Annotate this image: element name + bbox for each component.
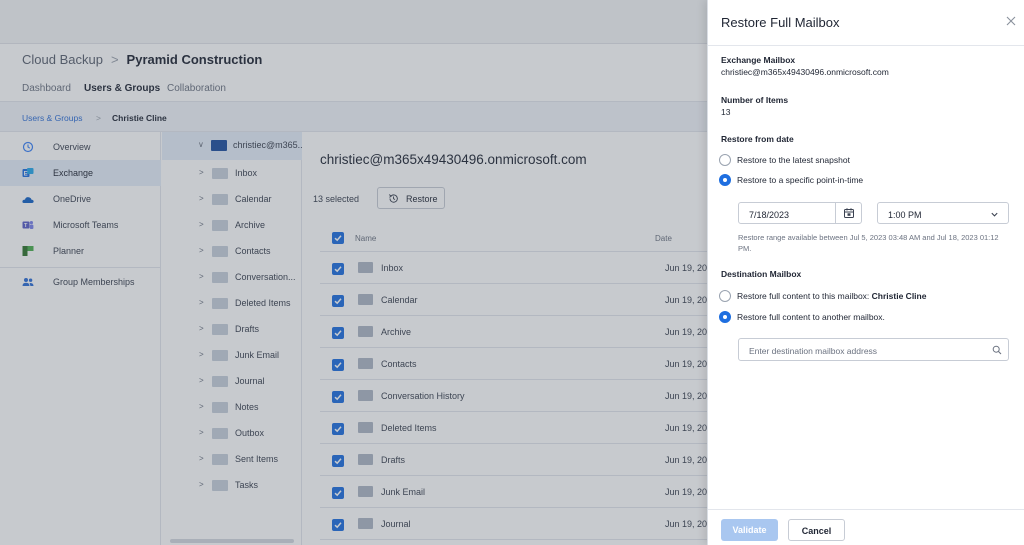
date-value: 7/18/2023	[749, 210, 790, 220]
date-input[interactable]: 7/18/2023	[738, 202, 862, 224]
destination-mailbox-input[interactable]: Enter destination mailbox address	[738, 338, 1009, 361]
panel-footer: Validate Cancel	[708, 509, 1024, 545]
restore-range-hint: Restore range available between Jul 5, 2…	[738, 233, 999, 253]
destination-mailbox-label: Destination Mailbox	[721, 269, 802, 279]
time-select[interactable]: 1:00 PM	[877, 202, 1009, 224]
modal-backdrop[interactable]	[0, 0, 707, 545]
radio-label-name: Christie Cline	[871, 291, 927, 301]
destination-placeholder: Enter destination mailbox address	[749, 346, 878, 356]
cancel-button[interactable]: Cancel	[788, 519, 845, 541]
number-of-items-label: Number of Items	[721, 95, 789, 105]
time-value: 1:00 PM	[888, 210, 922, 220]
validate-button[interactable]: Validate	[721, 519, 778, 541]
panel-header: Restore Full Mailbox	[708, 0, 1024, 46]
radio-latest-snapshot[interactable]: Restore to the latest snapshot	[719, 154, 1019, 168]
radio-label: Restore to the latest snapshot	[737, 155, 850, 165]
radio-label: Restore full content to another mailbox.	[737, 312, 885, 322]
radio-point-in-time[interactable]: Restore to a specific point-in-time	[719, 174, 1019, 188]
radio-button[interactable]	[719, 311, 731, 323]
radio-button[interactable]	[719, 174, 731, 186]
radio-this-mailbox[interactable]: Restore full content to this mailbox: Ch…	[719, 290, 1019, 304]
panel-title: Restore Full Mailbox	[721, 15, 840, 30]
calendar-icon[interactable]	[843, 207, 855, 219]
exchange-mailbox-value: christiec@m365x49430496.onmicrosoft.com	[721, 67, 889, 77]
app-root: Cloud Backup > Pyramid Construction Dashbo…	[0, 0, 1024, 545]
radio-label: Restore to a specific point-in-time	[737, 175, 864, 185]
number-of-items-value: 13	[721, 107, 731, 117]
radio-label: Restore full content to this mailbox: Ch…	[737, 291, 926, 301]
search-icon	[992, 345, 1002, 355]
validate-label: Validate	[732, 525, 767, 535]
exchange-mailbox-label: Exchange Mailbox	[721, 55, 796, 65]
chevron-down-icon	[991, 212, 998, 217]
radio-label-prefix: Restore full content to this mailbox:	[737, 291, 870, 301]
close-icon[interactable]	[1004, 14, 1018, 28]
restore-panel: Restore Full Mailbox Exchange Mailbox ch…	[707, 0, 1024, 545]
radio-button[interactable]	[719, 154, 731, 166]
cancel-label: Cancel	[801, 526, 832, 536]
date-divider	[835, 203, 836, 223]
radio-button[interactable]	[719, 290, 731, 302]
radio-another-mailbox[interactable]: Restore full content to another mailbox.	[719, 311, 1019, 325]
restore-from-label: Restore from date	[721, 134, 794, 144]
